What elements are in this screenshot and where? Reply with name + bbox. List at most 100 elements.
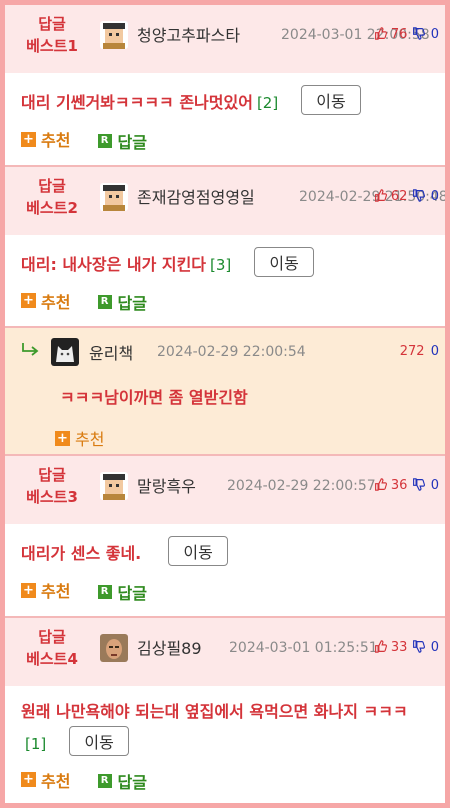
recommend-label: 추천 <box>75 430 105 449</box>
reply-label: 답글 <box>117 294 147 313</box>
best-comment-1: 답글 베스트1 청양고추파스타 2024-03-01 22:00:58 76 0… <box>5 5 445 167</box>
thumbs-down-icon[interactable] <box>412 27 425 44</box>
vote-counts: 36 0 <box>374 478 439 495</box>
thumbs-down-icon[interactable] <box>412 478 425 495</box>
comment-body: 원래 나만욕해야 되는대 옆집에서 욕먹으면 화나지 ㅋㅋㅋ [1] 이동 <box>5 686 445 758</box>
downvote-count: 0 <box>430 478 439 493</box>
thumbs-up-icon[interactable] <box>374 188 387 206</box>
downvote-count: 0 <box>430 188 439 204</box>
recommend-button[interactable]: + 추천 <box>21 578 70 602</box>
best-comment-2: 답글 베스트2 존재감영점영영일 2024-02-29 21:50:48 62 … <box>5 166 445 328</box>
best-badge: 답글 베스트4 <box>17 626 87 670</box>
comment-header: 답글 베스트3 말랑흑우 2024-02-29 22:00:57 36 0 <box>5 456 445 524</box>
best-badge: 답글 베스트3 <box>17 464 87 508</box>
plus-icon: + <box>21 131 36 147</box>
comment-actions: + 추천 R 답글 <box>5 117 445 165</box>
thumbs-up-icon[interactable] <box>374 478 387 495</box>
face-avatar-icon[interactable] <box>100 633 128 662</box>
r-reply-icon: R <box>97 295 112 309</box>
best-badge: 답글 베스트2 <box>17 175 87 219</box>
move-button[interactable]: 이동 <box>301 85 361 115</box>
timestamp: 2024-02-29 22:00:54 <box>157 344 306 360</box>
best-comment-4: 답글 베스트4 김상필89 2024-03-01 01:25:51 33 0 원… <box>5 617 445 804</box>
best-badge: 답글 베스트1 <box>17 13 87 57</box>
timestamp: 2024-03-01 01:25:51 <box>229 639 378 656</box>
move-button[interactable]: 이동 <box>69 725 129 756</box>
comment-actions: + 추천 R 답글 <box>5 758 445 804</box>
comment-title: 원래 나만욕해야 되는대 옆집에서 욕먹으면 화나지 ㅋㅋㅋ <box>21 701 408 721</box>
reply-button[interactable]: R 답글 <box>97 580 147 604</box>
comment-actions: + 추천 R 답글 <box>5 279 445 327</box>
comment-header: 답글 베스트2 존재감영점영영일 2024-02-29 21:50:48 62 … <box>5 166 445 235</box>
plus-icon: + <box>21 582 36 598</box>
best-rank: 베스트2 <box>26 198 78 217</box>
recommend-label: 추천 <box>41 771 71 791</box>
r-reply-icon: R <box>97 133 112 148</box>
best-label: 답글 <box>38 466 66 484</box>
recommend-button[interactable]: + 추천 <box>21 289 70 313</box>
downvote-count: 0 <box>430 344 439 359</box>
comment-header: 답글 베스트1 청양고추파스타 2024-03-01 22:00:58 76 0 <box>5 5 445 73</box>
username[interactable]: 윤리책 <box>89 340 133 364</box>
cat-avatar-icon[interactable] <box>51 338 79 366</box>
best-rank: 베스트3 <box>26 488 78 506</box>
reply-count: [1] <box>25 734 47 753</box>
reply-button[interactable]: R 답글 <box>97 290 147 314</box>
thumbs-up-icon[interactable] <box>374 639 387 657</box>
move-button[interactable]: 이동 <box>254 246 314 277</box>
vote-counts: 33 0 <box>374 640 439 657</box>
recommend-button[interactable]: + 추천 <box>21 127 70 151</box>
reply-label: 답글 <box>117 132 147 152</box>
comment-title: 대리 기쎈거봐ㅋㅋㅋㅋ 존나멋있어 <box>21 93 253 112</box>
best-rank: 베스트4 <box>26 649 78 668</box>
pixel-avatar-icon[interactable] <box>100 21 128 49</box>
upvote-count: 76 <box>390 27 408 42</box>
username[interactable]: 존재감영점영영일 <box>137 184 255 208</box>
vote-counts: 62 0 <box>374 189 439 206</box>
username[interactable]: 말랑흑우 <box>137 473 196 497</box>
comment-header: 답글 베스트4 김상필89 2024-03-01 01:25:51 33 0 <box>5 617 445 686</box>
vote-counts: 272 0 <box>400 344 439 359</box>
move-button[interactable]: 이동 <box>168 536 228 566</box>
reply-count: [3] <box>210 255 232 274</box>
downvote-count: 0 <box>430 27 439 42</box>
plus-icon: + <box>21 772 36 787</box>
recommend-button[interactable]: + 추천 <box>55 426 104 450</box>
pixel-avatar-icon[interactable] <box>100 472 128 500</box>
username[interactable]: 김상필89 <box>137 635 202 659</box>
reply-button[interactable]: R 답글 <box>97 129 147 153</box>
thumbs-up-icon[interactable] <box>374 27 387 44</box>
thumbs-down-icon[interactable] <box>412 188 425 206</box>
comment-title: 대리가 센스 좋네. <box>21 544 142 563</box>
comment-title: 대리: 내사장은 내가 지킨다 <box>21 254 207 274</box>
reply-count: [2] <box>256 94 279 112</box>
best-label: 답글 <box>38 176 66 195</box>
reply-button[interactable]: R 답글 <box>97 769 147 793</box>
upvote-count: 33 <box>390 639 408 655</box>
reply-arrow-icon <box>21 342 41 362</box>
downvote-count: 0 <box>430 639 439 655</box>
comment-body: 대리 기쎈거봐ㅋㅋㅋㅋ 존나멋있어 [2] 이동 <box>5 73 445 117</box>
comment-list: 답글 베스트1 청양고추파스타 2024-03-01 22:00:58 76 0… <box>5 5 445 803</box>
r-reply-icon: R <box>97 774 112 788</box>
reply-label: 답글 <box>117 773 147 792</box>
comment-text: 대리 기쎈거봐ㅋㅋㅋㅋ 존나멋있어 [2] <box>21 93 278 112</box>
best-label: 답글 <box>38 627 66 646</box>
reply-text: ㅋㅋㅋ남이까면 좀 열받긴함 <box>60 388 248 407</box>
comment-body: 대리: 내사장은 내가 지킨다 [3] 이동 <box>5 235 445 279</box>
upvote-count: 36 <box>390 478 408 493</box>
plus-icon: + <box>21 293 36 308</box>
recommend-label: 추천 <box>41 582 71 601</box>
best-label: 답글 <box>38 15 66 33</box>
thumbs-down-icon[interactable] <box>412 639 425 657</box>
reply-actions: + 추천 <box>55 426 126 450</box>
username[interactable]: 청양고추파스타 <box>137 22 240 46</box>
recommend-button[interactable]: + 추천 <box>21 768 70 792</box>
best-rank: 베스트1 <box>26 37 78 55</box>
plus-icon: + <box>55 430 70 446</box>
pixel-avatar-icon[interactable] <box>100 182 128 211</box>
comment-body: 대리가 센스 좋네. 이동 <box>5 524 445 568</box>
r-reply-icon: R <box>97 584 112 599</box>
comment-text: 대리: 내사장은 내가 지킨다 [3] <box>21 255 231 274</box>
timestamp: 2024-02-29 22:00:57 <box>227 478 376 494</box>
